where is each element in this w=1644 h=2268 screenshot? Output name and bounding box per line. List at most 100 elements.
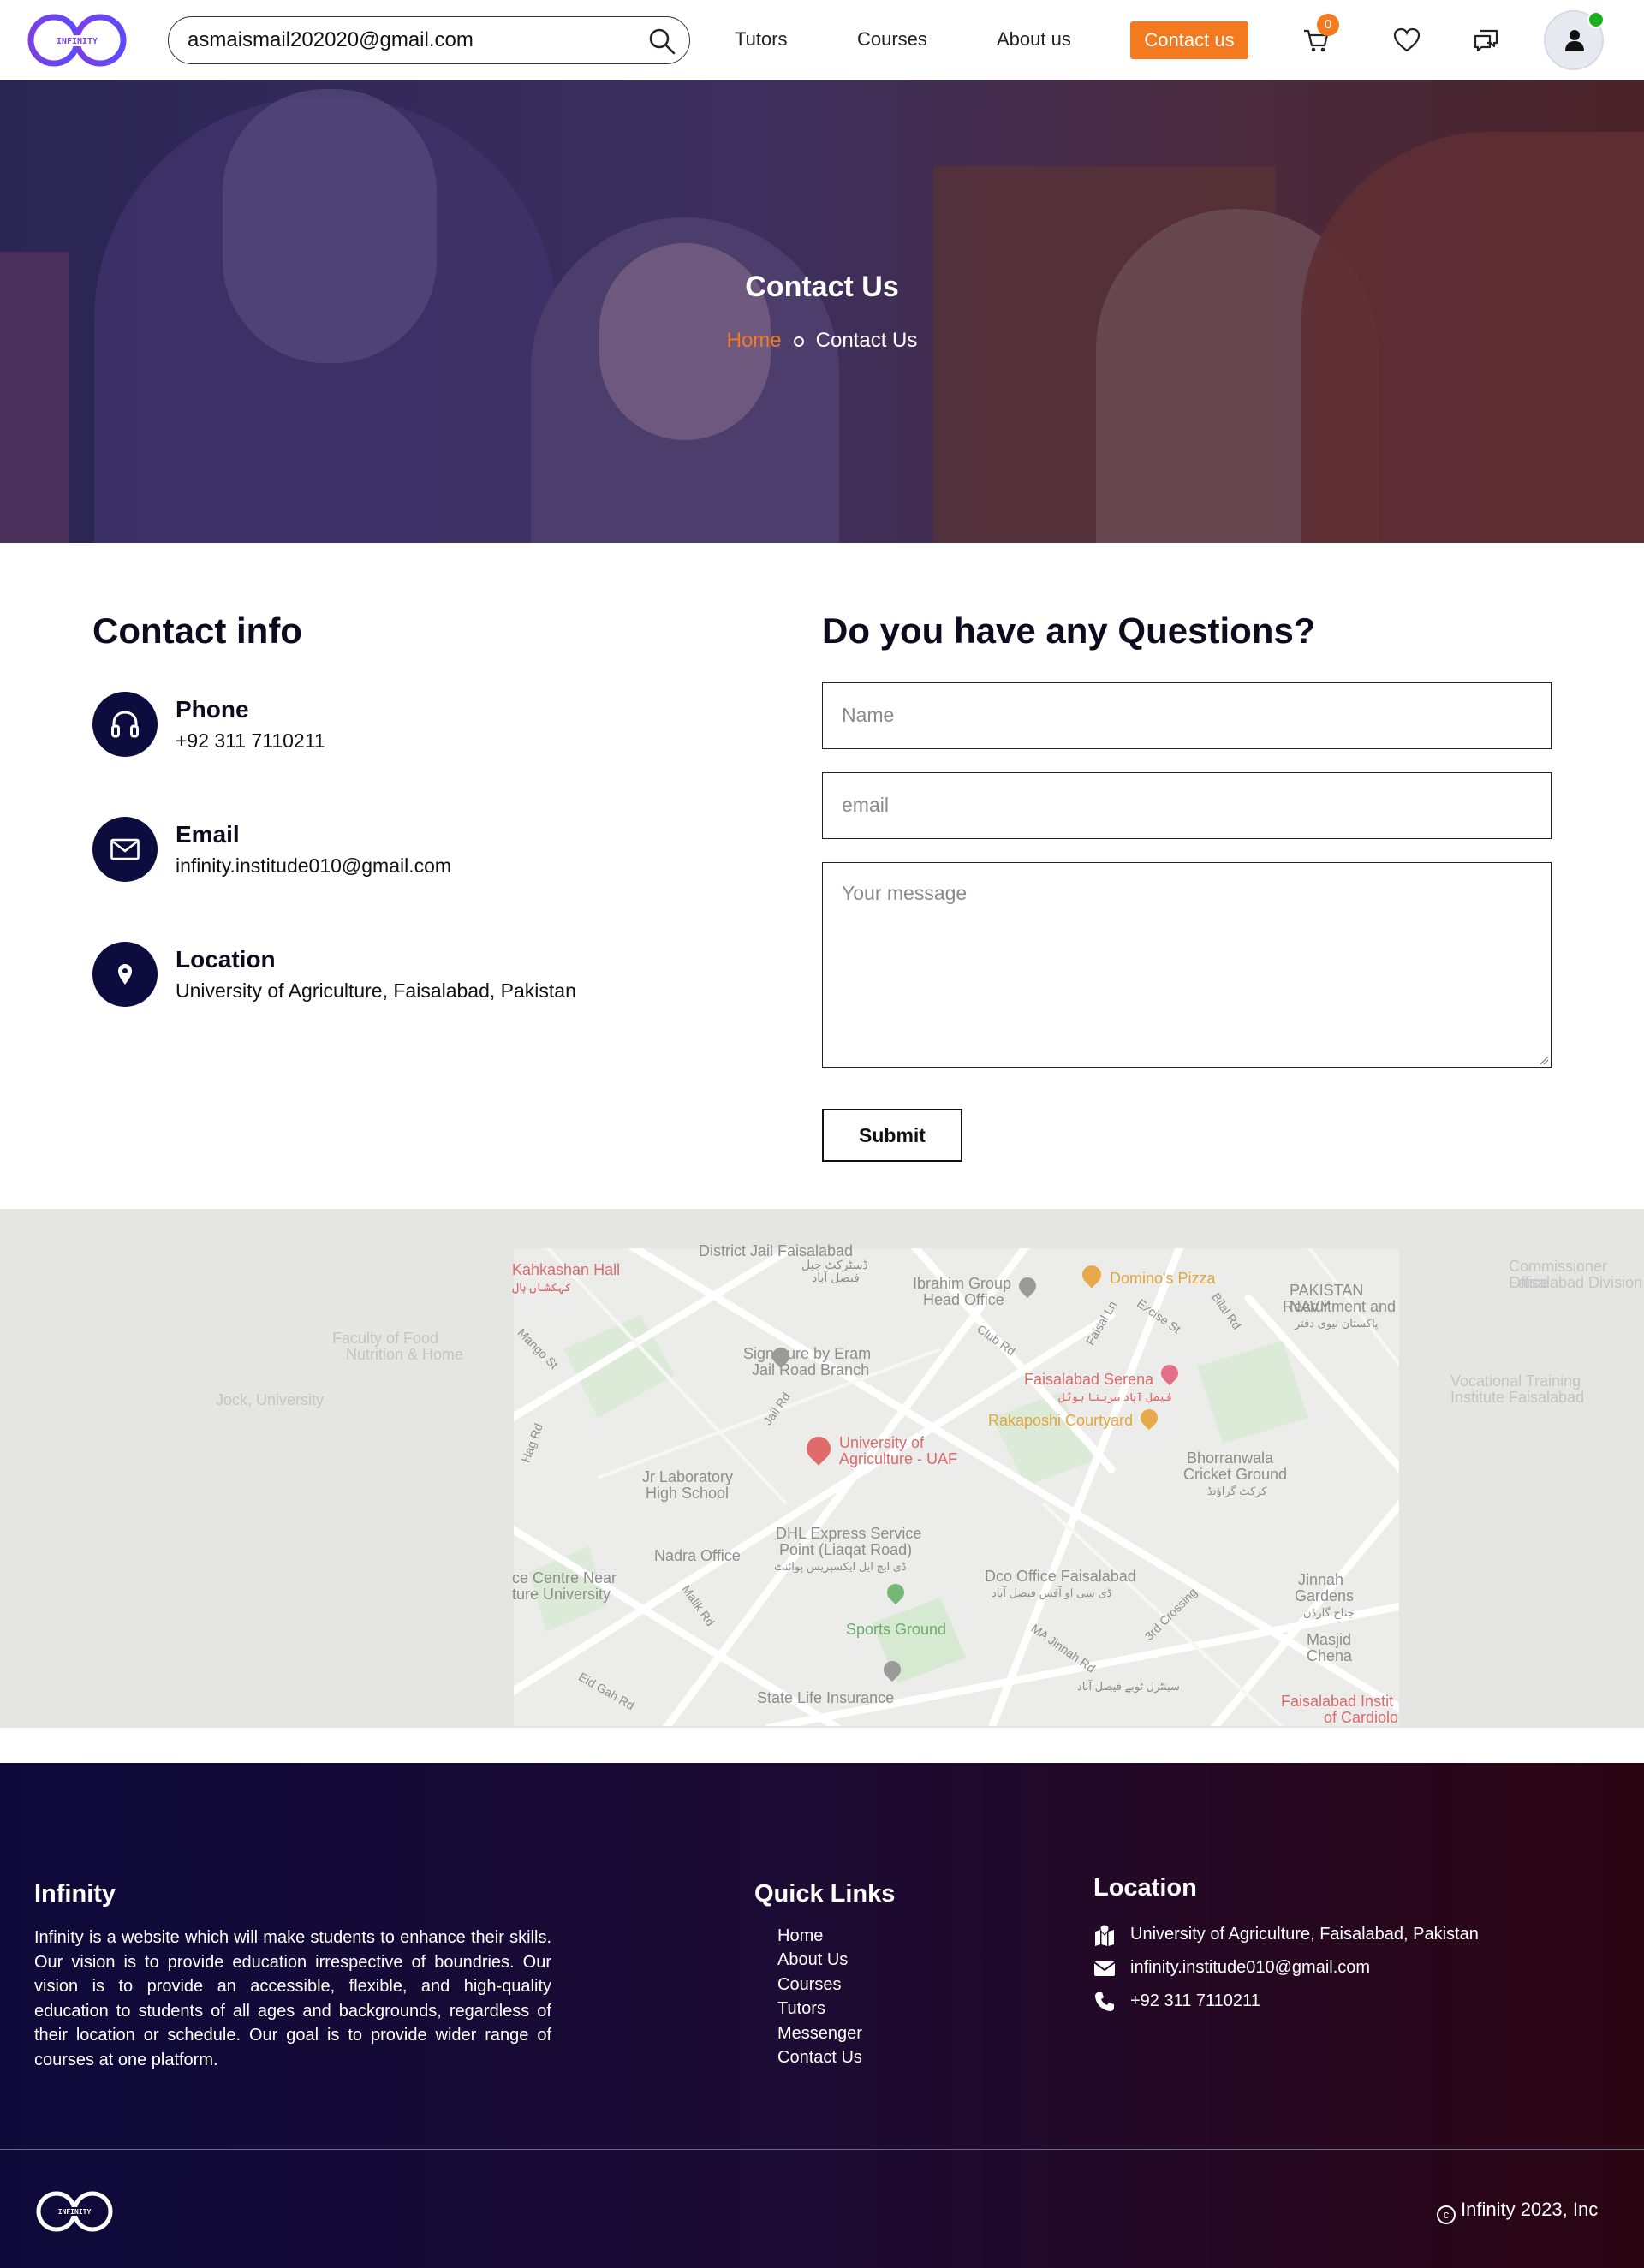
message-textarea[interactable]: Your message	[822, 862, 1552, 1068]
infinity-logo[interactable]: INFINITY	[26, 12, 128, 68]
footer-phone-text[interactable]: +92 311 7110211	[1130, 1991, 1260, 2011]
map-label: ture University	[512, 1586, 611, 1603]
hero-banner: Contact Us Home Contact Us	[0, 80, 1644, 543]
envelope-icon	[110, 838, 140, 860]
location-pin-icon	[118, 964, 132, 985]
map-label: Jock, University	[216, 1391, 325, 1408]
copyright-label: Infinity 2023, Inc	[1461, 2199, 1599, 2220]
location-value: University of Agriculture, Faisalabad, P…	[176, 979, 576, 1002]
map-label[interactable]: University of	[839, 1435, 924, 1451]
search-bar[interactable]: asmaismail202020@gmail.com	[168, 16, 690, 64]
footer-email-text[interactable]: infinity.institude010@gmail.com	[1130, 1958, 1370, 1978]
map-label[interactable]: State Life Insurance	[757, 1690, 894, 1706]
map-label[interactable]: Jr Laboratory	[642, 1469, 733, 1485]
map-label: جناح گارڈن	[1303, 1606, 1355, 1619]
map-label: فیصل آباد سرینا ہوٹل	[1058, 1390, 1172, 1403]
footer-link-home[interactable]: Home	[777, 1926, 823, 1946]
email-title: Email	[176, 821, 240, 848]
contact-us-button[interactable]: Contact us	[1130, 21, 1248, 59]
nav-link-about-us[interactable]: About us	[997, 28, 1071, 51]
map-label[interactable]: Nadra Office	[654, 1548, 741, 1564]
nav-link-tutors[interactable]: Tutors	[735, 28, 788, 51]
resize-handle-icon[interactable]	[1539, 1055, 1549, 1065]
logo-text: INFINITY	[57, 37, 98, 46]
embedded-map[interactable]: District Jail Faisalabad ڈسٹرکٹ جیل فیصل…	[0, 1209, 1644, 1728]
map-label: کرکٹ گراؤنڈ	[1207, 1485, 1267, 1497]
footer-infinity-logo[interactable]: INFINITY	[34, 2189, 115, 2234]
map-label[interactable]: Faisalabad Instit	[1281, 1694, 1393, 1710]
breadcrumb: Home Contact Us	[0, 329, 1644, 353]
breadcrumb-home-link[interactable]: Home	[727, 329, 782, 352]
map-label: Institute Faisalabad	[1450, 1389, 1585, 1406]
map-label[interactable]: Rakaposhi Courtyard	[988, 1413, 1133, 1429]
footer-location-text: University of Agriculture, Faisalabad, P…	[1130, 1925, 1479, 1944]
map-label: Cricket Ground	[1183, 1466, 1288, 1483]
user-icon	[1565, 30, 1584, 51]
email-placeholder: email	[842, 794, 889, 816]
map-label: Faculty of Food	[332, 1330, 439, 1347]
nav-link-courses[interactable]: Courses	[857, 28, 927, 51]
phone-value: +92 311 7110211	[176, 729, 325, 752]
map-label: Vocational Training	[1450, 1372, 1581, 1390]
phone-icon-circle	[92, 692, 158, 757]
footer-link-tutors[interactable]: Tutors	[777, 1999, 825, 2019]
footer-link-contact-us[interactable]: Contact Us	[777, 2048, 862, 2068]
phone-icon	[1095, 1992, 1114, 2011]
online-status-dot	[1587, 11, 1605, 28]
footer-divider	[0, 2149, 1644, 2150]
footer-quick-links-heading: Quick Links	[754, 1880, 896, 1908]
footer-link-about-us[interactable]: About Us	[777, 1950, 848, 1970]
map-label[interactable]: Bhorranwala	[1187, 1450, 1273, 1467]
map-label[interactable]: Domino's Pizza	[1110, 1271, 1215, 1287]
hero-photo-face-left	[223, 89, 437, 363]
email-value: infinity.institude010@gmail.com	[176, 854, 452, 877]
footer-about-heading: Infinity	[34, 1880, 116, 1908]
map-label[interactable]: Jinnah	[1298, 1572, 1343, 1588]
copyright-text: c Infinity 2023, Inc	[1437, 2199, 1598, 2224]
map-label[interactable]: DHL Express Service	[776, 1526, 921, 1542]
map-label: پاکستان نیوی دفتر	[1295, 1317, 1379, 1330]
map-label: Head Office	[923, 1291, 1004, 1308]
heart-icon[interactable]	[1392, 26, 1421, 55]
phone-title: Phone	[176, 696, 249, 723]
map-label[interactable]: Signature by Eram	[743, 1346, 871, 1362]
contact-info-heading: Contact info	[92, 610, 302, 651]
map-label[interactable]: Ibrahim Group	[913, 1276, 1011, 1292]
headphones-icon	[111, 711, 139, 738]
map-location-icon	[1095, 1924, 1114, 1946]
map-label: Faisalabad Division	[1509, 1274, 1643, 1291]
search-input[interactable]: asmaismail202020@gmail.com	[188, 28, 474, 52]
footer-location-heading: Location	[1093, 1874, 1197, 1902]
footer-link-messenger[interactable]: Messenger	[777, 2024, 862, 2044]
map-label: کہکشاں ہال	[512, 1280, 572, 1294]
location-title: Location	[176, 946, 276, 973]
name-field[interactable]: Name	[822, 682, 1552, 749]
map-label: ڈی ایچ ایل ایکسپریس پوائنٹ	[774, 1560, 907, 1573]
copyright-icon: c	[1437, 2205, 1456, 2224]
map-label: Jail Road Branch	[752, 1361, 870, 1378]
map-label: Gardens	[1295, 1587, 1355, 1604]
map-label[interactable]: Sports Ground	[846, 1622, 946, 1638]
map-label[interactable]: ce Centre Near	[512, 1570, 616, 1586]
questions-heading: Do you have any Questions?	[822, 610, 1316, 651]
envelope-icon	[1093, 1961, 1116, 1976]
map-label[interactable]: Agriculture - UAF	[839, 1451, 957, 1467]
email-field[interactable]: email	[822, 772, 1552, 839]
location-icon-circle	[92, 942, 158, 1007]
map-label: of Cardiolo	[1324, 1709, 1399, 1726]
map-label[interactable]: Masjid Chena	[1307, 1632, 1401, 1664]
footer-link-courses[interactable]: Courses	[777, 1975, 841, 1995]
map-street-label: سینٹرل ٹوبے فیصل آباد	[1077, 1680, 1180, 1693]
map-label: فیصل آباد	[812, 1271, 860, 1284]
map-label[interactable]: Dco Office Faisalabad	[985, 1569, 1136, 1585]
map-tile-area[interactable]: District Jail Faisalabad ڈسٹرکٹ جیل فیصل…	[512, 1243, 1401, 1728]
chat-icon[interactable]	[1472, 26, 1501, 55]
submit-button[interactable]: Submit	[822, 1109, 962, 1162]
footer-about-text: Infinity is a website which will make st…	[34, 1928, 551, 2069]
map-label: Recruitment and	[1283, 1298, 1397, 1315]
search-icon[interactable]	[648, 27, 676, 55]
breadcrumb-current: Contact Us	[815, 329, 918, 352]
map-label[interactable]: Faisalabad Serena	[1024, 1372, 1153, 1388]
footer-logo-text: INFINITY	[58, 2208, 92, 2216]
map-label[interactable]: Kahkashan Hall	[512, 1262, 620, 1278]
